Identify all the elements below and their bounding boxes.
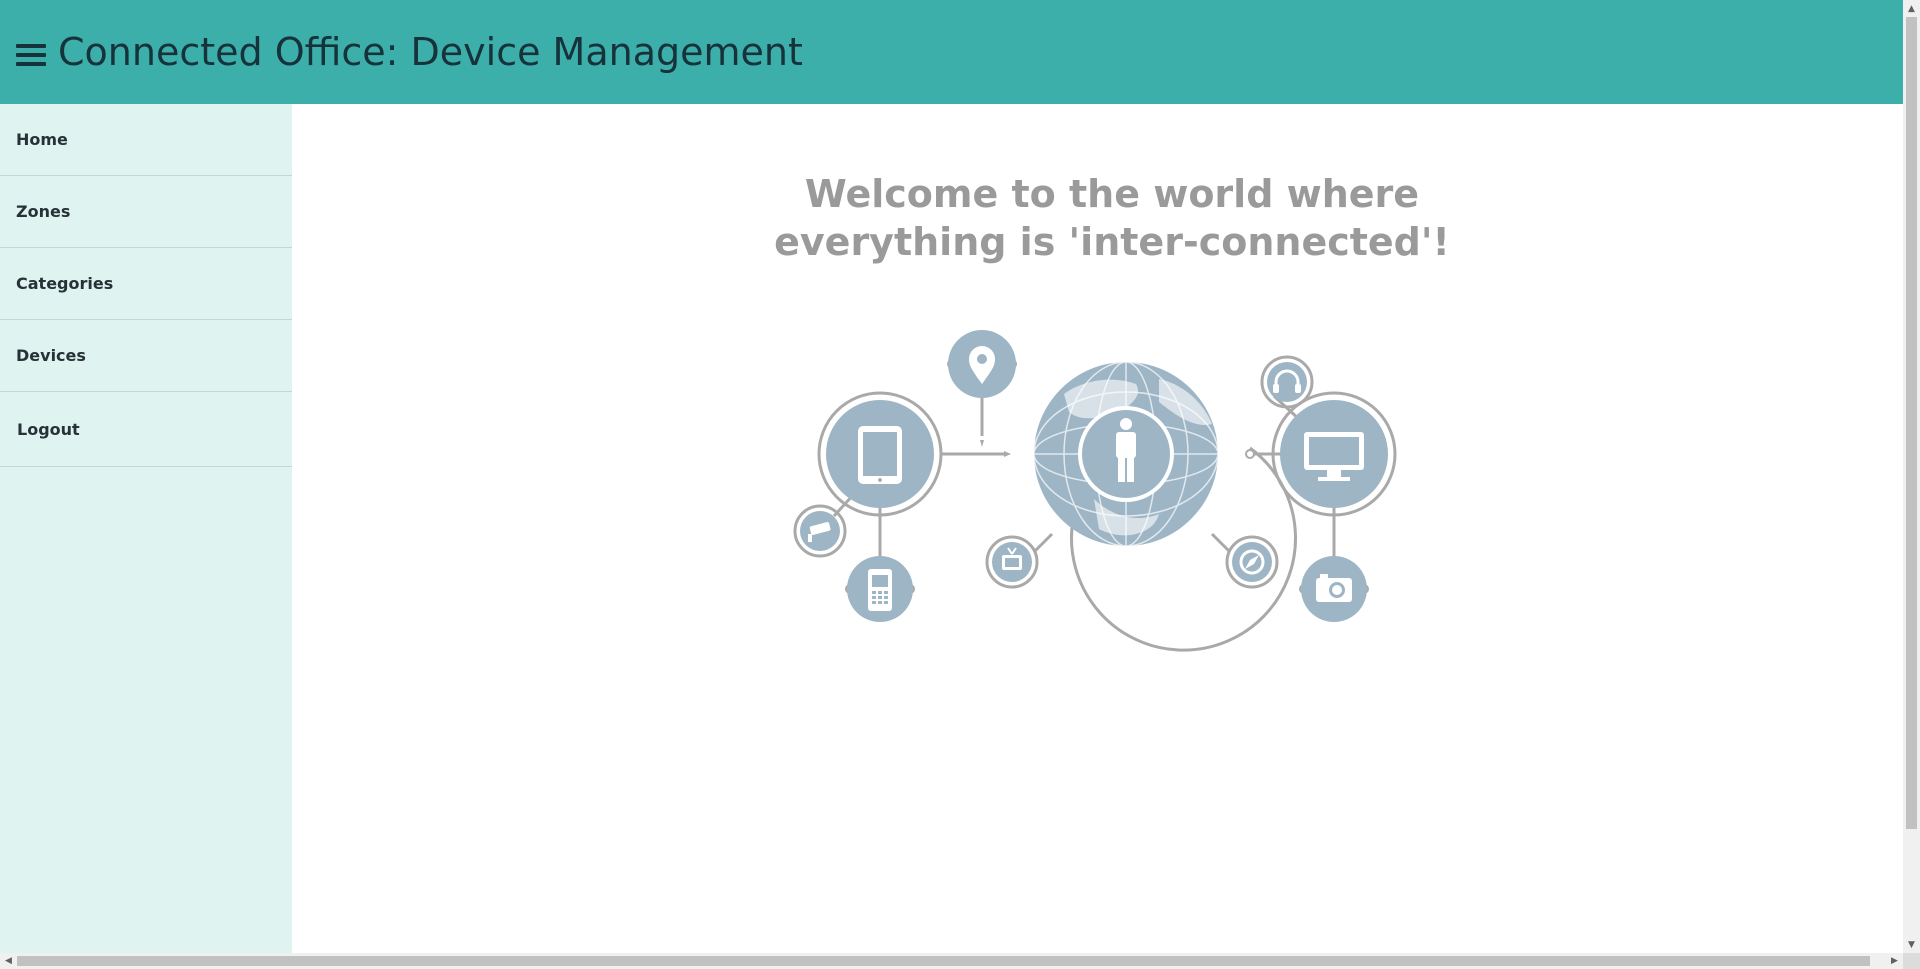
vertical-scrollbar[interactable]: ▲ ▼ xyxy=(1903,0,1920,953)
scroll-up-arrow-icon[interactable]: ▲ xyxy=(1903,0,1920,17)
scroll-left-arrow-icon[interactable]: ◀ xyxy=(0,953,17,969)
welcome-heading: Welcome to the world where everything is… xyxy=(292,170,1920,266)
sidebar-item-home[interactable]: Home xyxy=(0,104,292,176)
scroll-right-arrow-icon[interactable]: ▶ xyxy=(1886,953,1903,969)
cctv-camera-icon xyxy=(800,511,840,551)
mobile-phone-icon xyxy=(847,556,913,622)
welcome-line-1: Welcome to the world where xyxy=(804,172,1420,216)
compass-icon xyxy=(1232,542,1272,582)
tv-icon xyxy=(992,542,1032,582)
camera-icon xyxy=(1301,556,1367,622)
sidebar-item-zones[interactable]: Zones xyxy=(0,176,292,248)
sidebar-item-categories[interactable]: Categories xyxy=(0,248,292,320)
headphones-icon xyxy=(1267,362,1307,402)
app-header: Connected Office: Device Management xyxy=(0,0,1903,104)
monitor-icon xyxy=(1280,400,1388,508)
hamburger-menu-icon[interactable] xyxy=(16,44,46,66)
welcome-line-2: everything is 'inter-connected'! xyxy=(774,220,1450,264)
scrollbar-corner xyxy=(1903,953,1920,969)
sidebar: Home Zones Categories Devices Logout xyxy=(0,104,292,953)
vertical-scroll-thumb[interactable] xyxy=(1906,17,1917,829)
main-content: Welcome to the world where everything is… xyxy=(292,104,1903,953)
connected-devices-illustration xyxy=(793,330,1397,652)
horizontal-scrollbar[interactable]: ◀ ▶ xyxy=(0,953,1903,969)
person-icon xyxy=(1078,406,1174,502)
sidebar-item-logout[interactable]: Logout xyxy=(0,392,292,467)
tablet-icon xyxy=(826,400,934,508)
horizontal-scroll-thumb[interactable] xyxy=(17,956,1870,966)
scroll-down-arrow-icon[interactable]: ▼ xyxy=(1903,936,1920,953)
sidebar-item-devices[interactable]: Devices xyxy=(0,320,292,392)
page-title: Connected Office: Device Management xyxy=(58,30,803,74)
map-pin-icon xyxy=(948,330,1016,398)
